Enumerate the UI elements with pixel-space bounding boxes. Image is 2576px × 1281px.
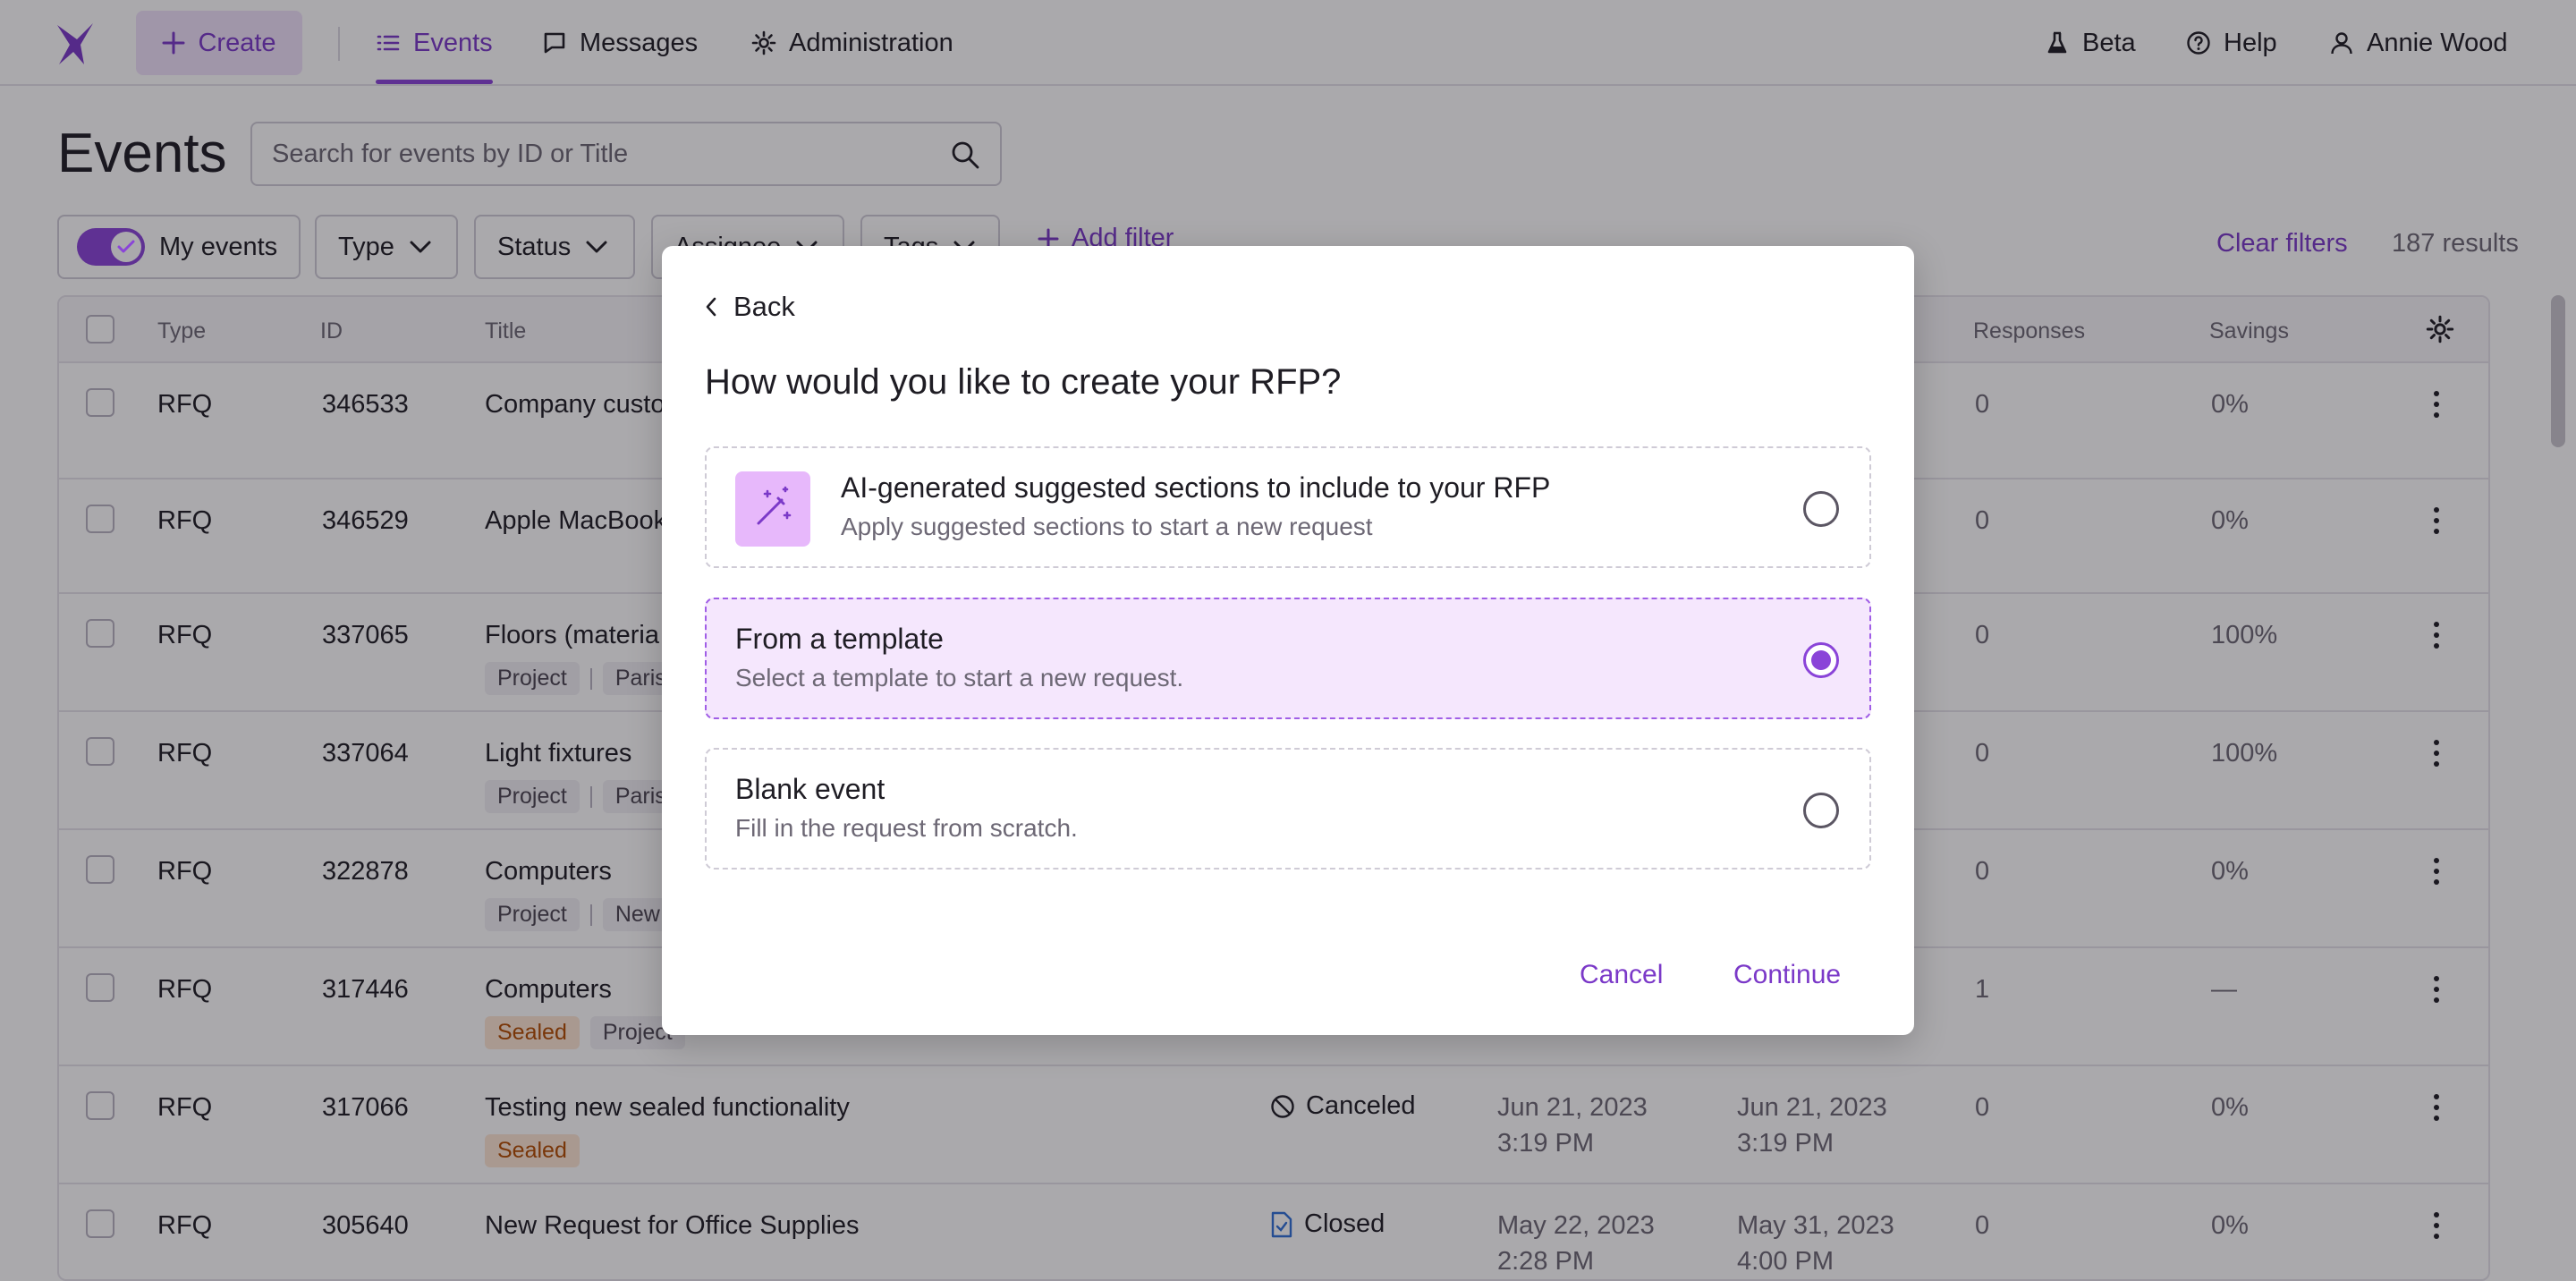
create-rfp-dialog: Back How would you like to create your R…	[662, 246, 1914, 1035]
option-title: From a template	[735, 623, 944, 655]
back-button-label: Back	[733, 291, 795, 322]
option-radio-selected[interactable]	[1803, 642, 1839, 678]
magic-wand-icon	[757, 486, 792, 525]
continue-button[interactable]: Continue	[1733, 960, 1841, 990]
back-button[interactable]: Back	[705, 291, 795, 323]
option-radio[interactable]	[1803, 491, 1839, 527]
dialog-title: How would you like to create your RFP?	[705, 362, 1342, 402]
cancel-button[interactable]: Cancel	[1580, 960, 1663, 990]
option-description: Fill in the request from scratch.	[735, 814, 1078, 842]
option-title: AI-generated suggested sections to inclu…	[841, 471, 1551, 504]
ai-icon-tile	[735, 471, 810, 547]
option-from-template[interactable]: From a template Select a template to sta…	[705, 598, 1871, 719]
option-title: Blank event	[735, 773, 886, 805]
option-ai-generated[interactable]: AI-generated suggested sections to inclu…	[705, 446, 1871, 568]
option-radio[interactable]	[1803, 793, 1839, 828]
option-blank-event[interactable]: Blank event Fill in the request from scr…	[705, 748, 1871, 870]
chevron-left-icon	[706, 297, 716, 317]
option-description: Select a template to start a new request…	[735, 664, 1184, 691]
check-icon	[117, 240, 135, 253]
option-description: Apply suggested sections to start a new …	[841, 513, 1373, 540]
